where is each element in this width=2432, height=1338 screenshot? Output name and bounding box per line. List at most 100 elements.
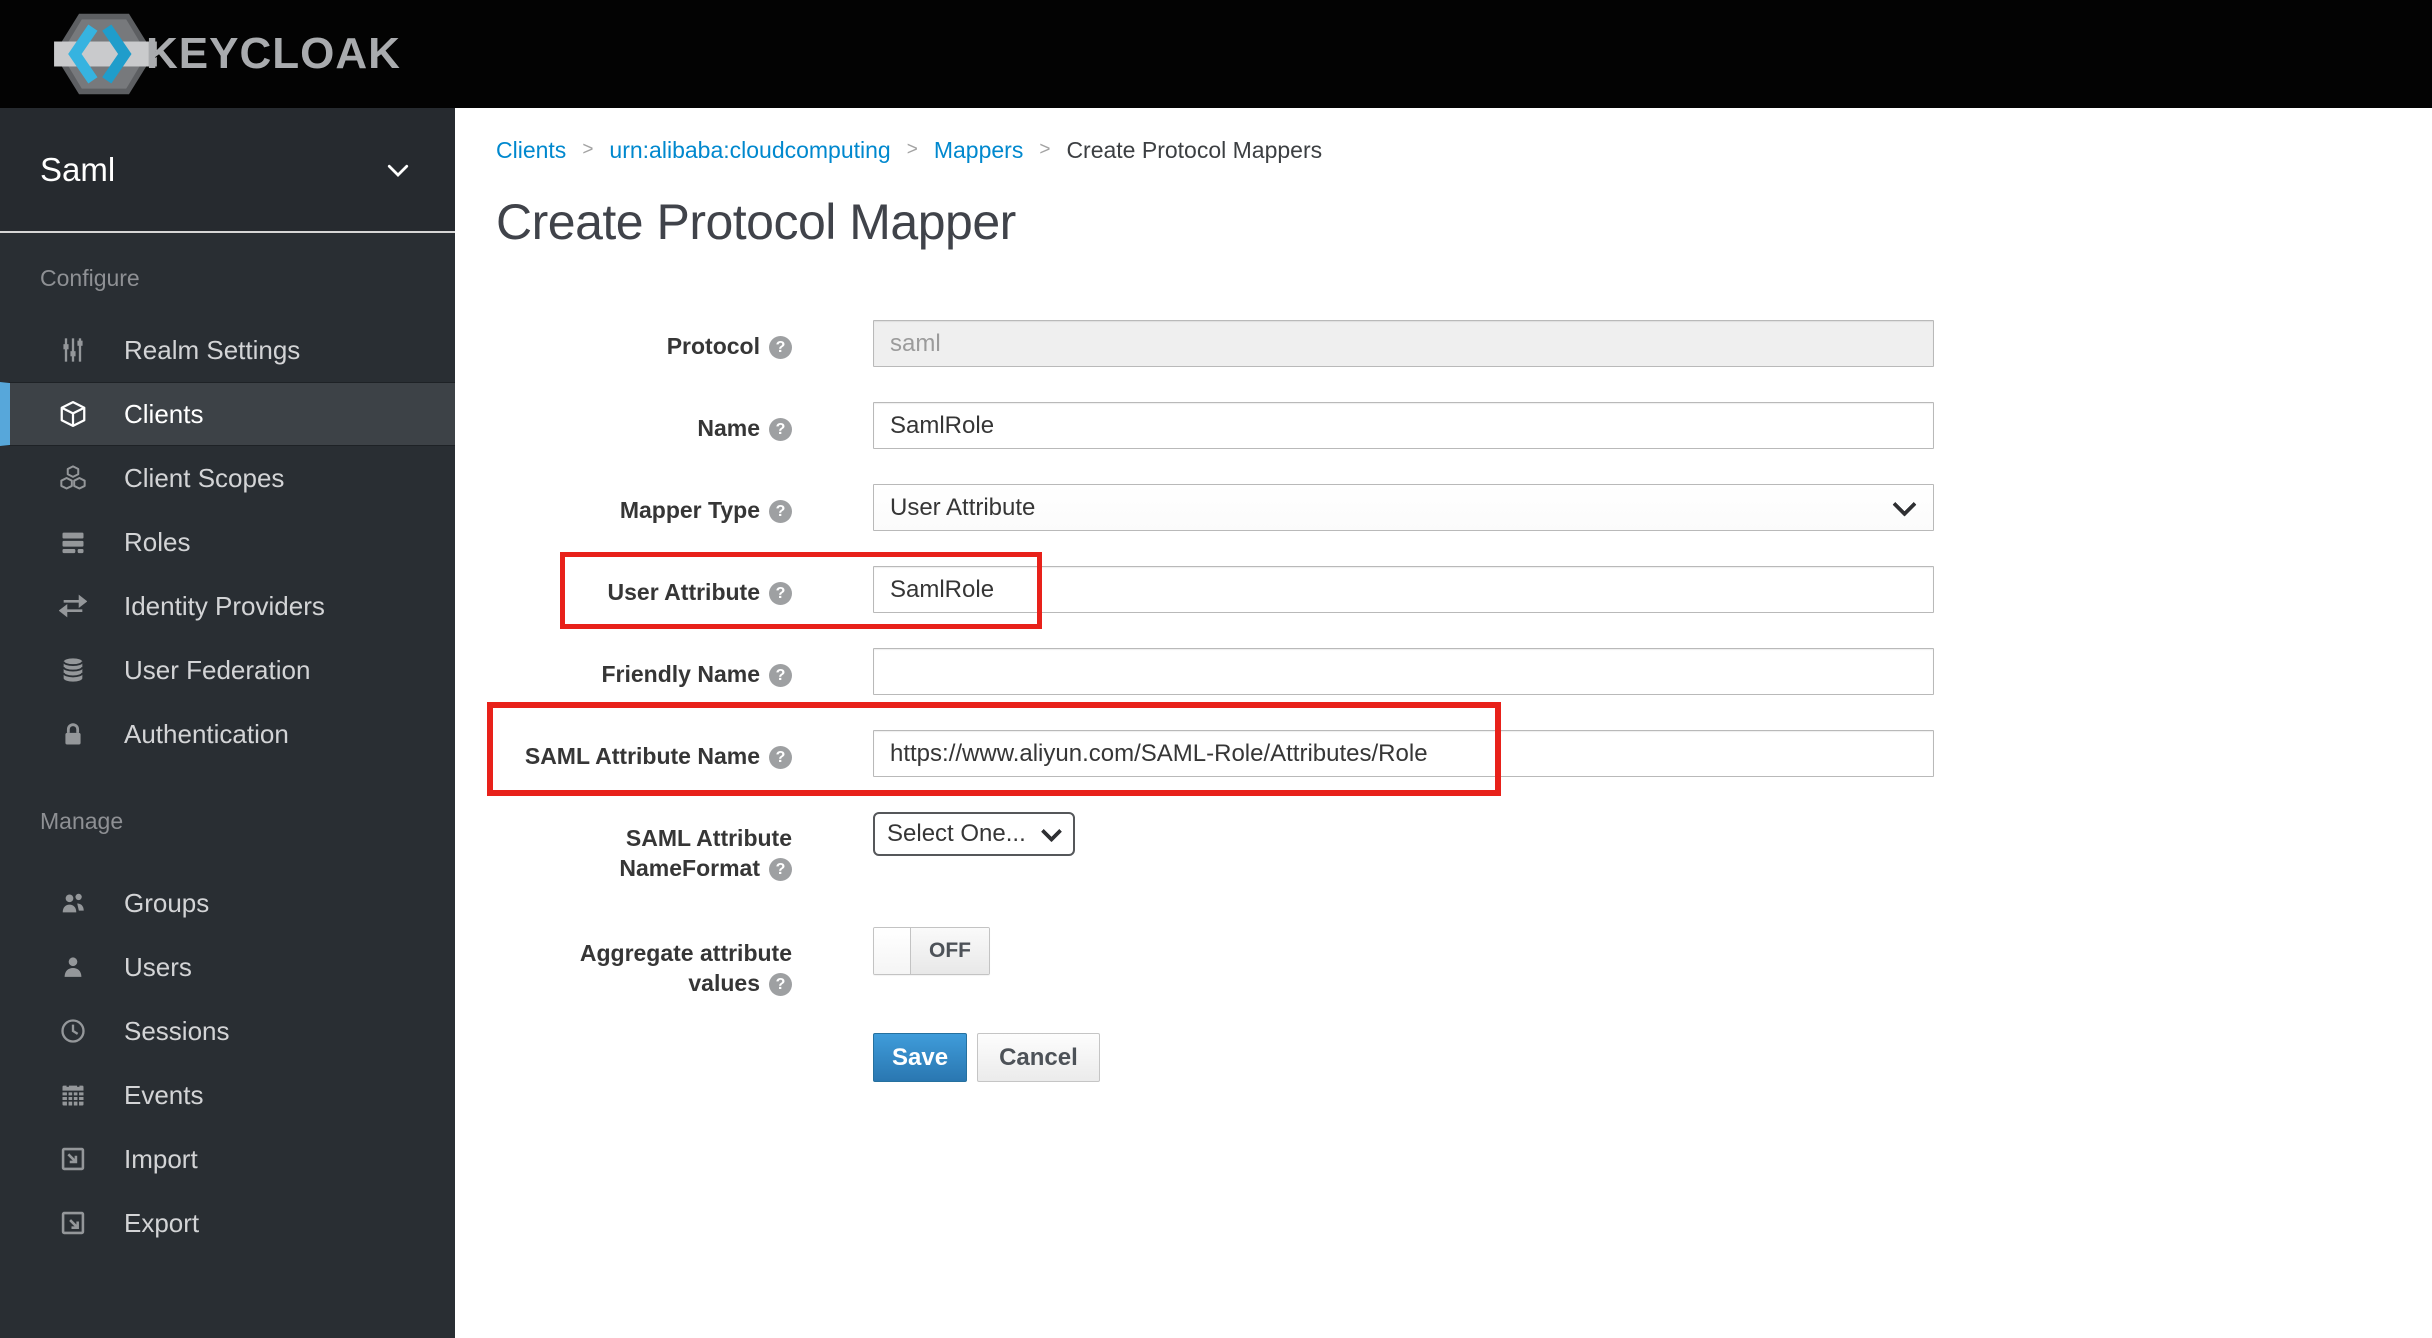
breadcrumb-link-clients[interactable]: Clients [496, 135, 566, 165]
sidebar-item-authentication[interactable]: Authentication [0, 702, 455, 766]
export-icon [58, 1208, 88, 1238]
toggle-knob[interactable] [874, 928, 911, 974]
sidebar-item-events[interactable]: Events [0, 1063, 455, 1127]
help-icon[interactable]: ? [769, 973, 792, 996]
breadcrumb-current: Create Protocol Mappers [1066, 137, 1323, 163]
sidebar-item-label: Identity Providers [124, 590, 325, 621]
help-icon[interactable]: ? [769, 746, 792, 769]
realm-selector[interactable]: Saml [0, 108, 455, 233]
import-icon [58, 1144, 88, 1174]
sidebar-item-label: Client Scopes [124, 462, 285, 493]
sidebar-item-clients[interactable]: Clients [0, 382, 455, 446]
form-row-saml-attribute-name: SAML Attribute Name? [496, 730, 2432, 777]
friendly-name-input[interactable] [873, 648, 1934, 695]
saml-attribute-name-label: SAML Attribute Name? [496, 730, 792, 771]
saml-attribute-name-input[interactable] [873, 730, 1934, 777]
aggregate-toggle[interactable]: OFF [873, 927, 990, 975]
create-protocol-mapper-form: Protocol? Name? Mapper Type? User Attrib… [496, 320, 2432, 1082]
mapper-type-label: Mapper Type? [496, 484, 792, 525]
list-icon [58, 527, 88, 557]
help-icon[interactable]: ? [769, 582, 792, 605]
sidebar-item-sessions[interactable]: Sessions [0, 999, 455, 1063]
form-row-friendly-name: Friendly Name? [496, 648, 2432, 695]
sidebar-item-label: Users [124, 951, 192, 982]
form-row-mapper-type: Mapper Type? User Attribute [496, 484, 2432, 531]
sidebar-item-label: Clients [124, 398, 204, 429]
cube-icon [58, 399, 88, 429]
nav-header-configure: Configure [40, 265, 140, 291]
help-icon[interactable]: ? [769, 418, 792, 441]
user-attribute-input[interactable] [873, 566, 1934, 613]
protocol-label: Protocol? [496, 320, 792, 361]
keycloak-logo: KEYCLOAK [48, 11, 401, 97]
sidebar-item-label: Import [124, 1143, 198, 1174]
user-attribute-label: User Attribute? [496, 566, 792, 607]
sidebar-item-label: Export [124, 1207, 200, 1238]
sidebar-item-groups[interactable]: Groups [0, 871, 455, 935]
main-content: Clients > urn:alibaba:cloudcomputing > M… [455, 108, 2432, 1338]
name-input[interactable] [873, 402, 1934, 449]
clock-icon [58, 1016, 88, 1046]
sidebar-nav: Configure Realm Settings Clients Client … [0, 233, 455, 1255]
breadcrumb-separator: > [906, 139, 918, 160]
chevron-down-icon [387, 164, 409, 177]
sidebar-item-import[interactable]: Import [0, 1127, 455, 1191]
sidebar: Saml Configure Realm Settings Clients Cl… [0, 108, 455, 1338]
sidebar-item-label: Authentication [124, 718, 289, 749]
form-row-protocol: Protocol? [496, 320, 2432, 367]
name-label: Name? [496, 402, 792, 443]
sidebar-item-client-scopes[interactable]: Client Scopes [0, 446, 455, 510]
protocol-input [873, 320, 1934, 367]
lock-icon [58, 719, 88, 749]
user-icon [58, 952, 88, 982]
form-actions: Save Cancel [496, 1033, 2432, 1082]
form-row-user-attribute: User Attribute? [496, 566, 2432, 613]
form-row-aggregate-attribute-values: Aggregate attribute values? OFF [496, 927, 2432, 998]
sidebar-item-identity-providers[interactable]: Identity Providers [0, 574, 455, 638]
calendar-icon [58, 1080, 88, 1110]
form-row-saml-attribute-nameformat: SAML Attribute NameFormat? Select One... [496, 812, 2432, 892]
help-icon[interactable]: ? [769, 858, 792, 881]
sidebar-item-label: Groups [124, 887, 210, 918]
saml-attribute-nameformat-label: SAML Attribute NameFormat? [619, 825, 792, 881]
realm-name: Saml [40, 150, 116, 188]
sidebar-item-label: Roles [124, 526, 191, 557]
sidebar-item-label: Sessions [124, 1015, 230, 1046]
breadcrumb: Clients > urn:alibaba:cloudcomputing > M… [496, 135, 2432, 165]
help-icon[interactable]: ? [769, 500, 792, 523]
saml-attribute-nameformat-select[interactable]: Select One... [873, 812, 1075, 856]
sidebar-item-realm-settings[interactable]: Realm Settings [0, 318, 455, 382]
sidebar-item-label: User Federation [124, 654, 311, 685]
breadcrumb-link-mappers[interactable]: Mappers [934, 135, 1023, 165]
chevron-down-icon [1040, 820, 1063, 842]
sidebar-item-export[interactable]: Export [0, 1191, 455, 1255]
save-button[interactable]: Save [873, 1033, 968, 1082]
cubes-icon [58, 463, 88, 493]
top-bar: KEYCLOAK [0, 0, 2432, 108]
help-icon[interactable]: ? [769, 336, 792, 359]
mapper-type-select[interactable]: User Attribute [873, 484, 1934, 531]
form-row-name: Name? [496, 402, 2432, 449]
sidebar-item-user-federation[interactable]: User Federation [0, 638, 455, 702]
nav-header-manage: Manage [40, 808, 124, 834]
users-icon [58, 888, 88, 918]
breadcrumb-link-client-id[interactable]: urn:alibaba:cloudcomputing [609, 135, 890, 165]
sidebar-item-label: Events [124, 1079, 204, 1110]
sidebar-item-label: Realm Settings [124, 334, 301, 365]
page-title: Create Protocol Mapper [496, 194, 1016, 250]
aggregate-attribute-values-label: Aggregate attribute values? [579, 940, 792, 996]
toggle-state-label: OFF [911, 928, 989, 974]
sidebar-item-roles[interactable]: Roles [0, 510, 455, 574]
help-icon[interactable]: ? [769, 664, 792, 687]
keycloak-wordmark: KEYCLOAK [146, 29, 401, 78]
nameformat-selected-value: Select One... [887, 820, 1026, 847]
database-icon [58, 655, 88, 685]
breadcrumb-separator: > [1039, 139, 1051, 160]
exchange-arrows-icon [58, 591, 88, 621]
mapper-type-selected-value: User Attribute [890, 493, 1036, 521]
cancel-button[interactable]: Cancel [977, 1033, 1100, 1082]
sliders-icon [58, 335, 88, 365]
keycloak-logo-icon [54, 13, 157, 95]
sidebar-item-users[interactable]: Users [0, 935, 455, 999]
friendly-name-label: Friendly Name? [496, 648, 792, 689]
